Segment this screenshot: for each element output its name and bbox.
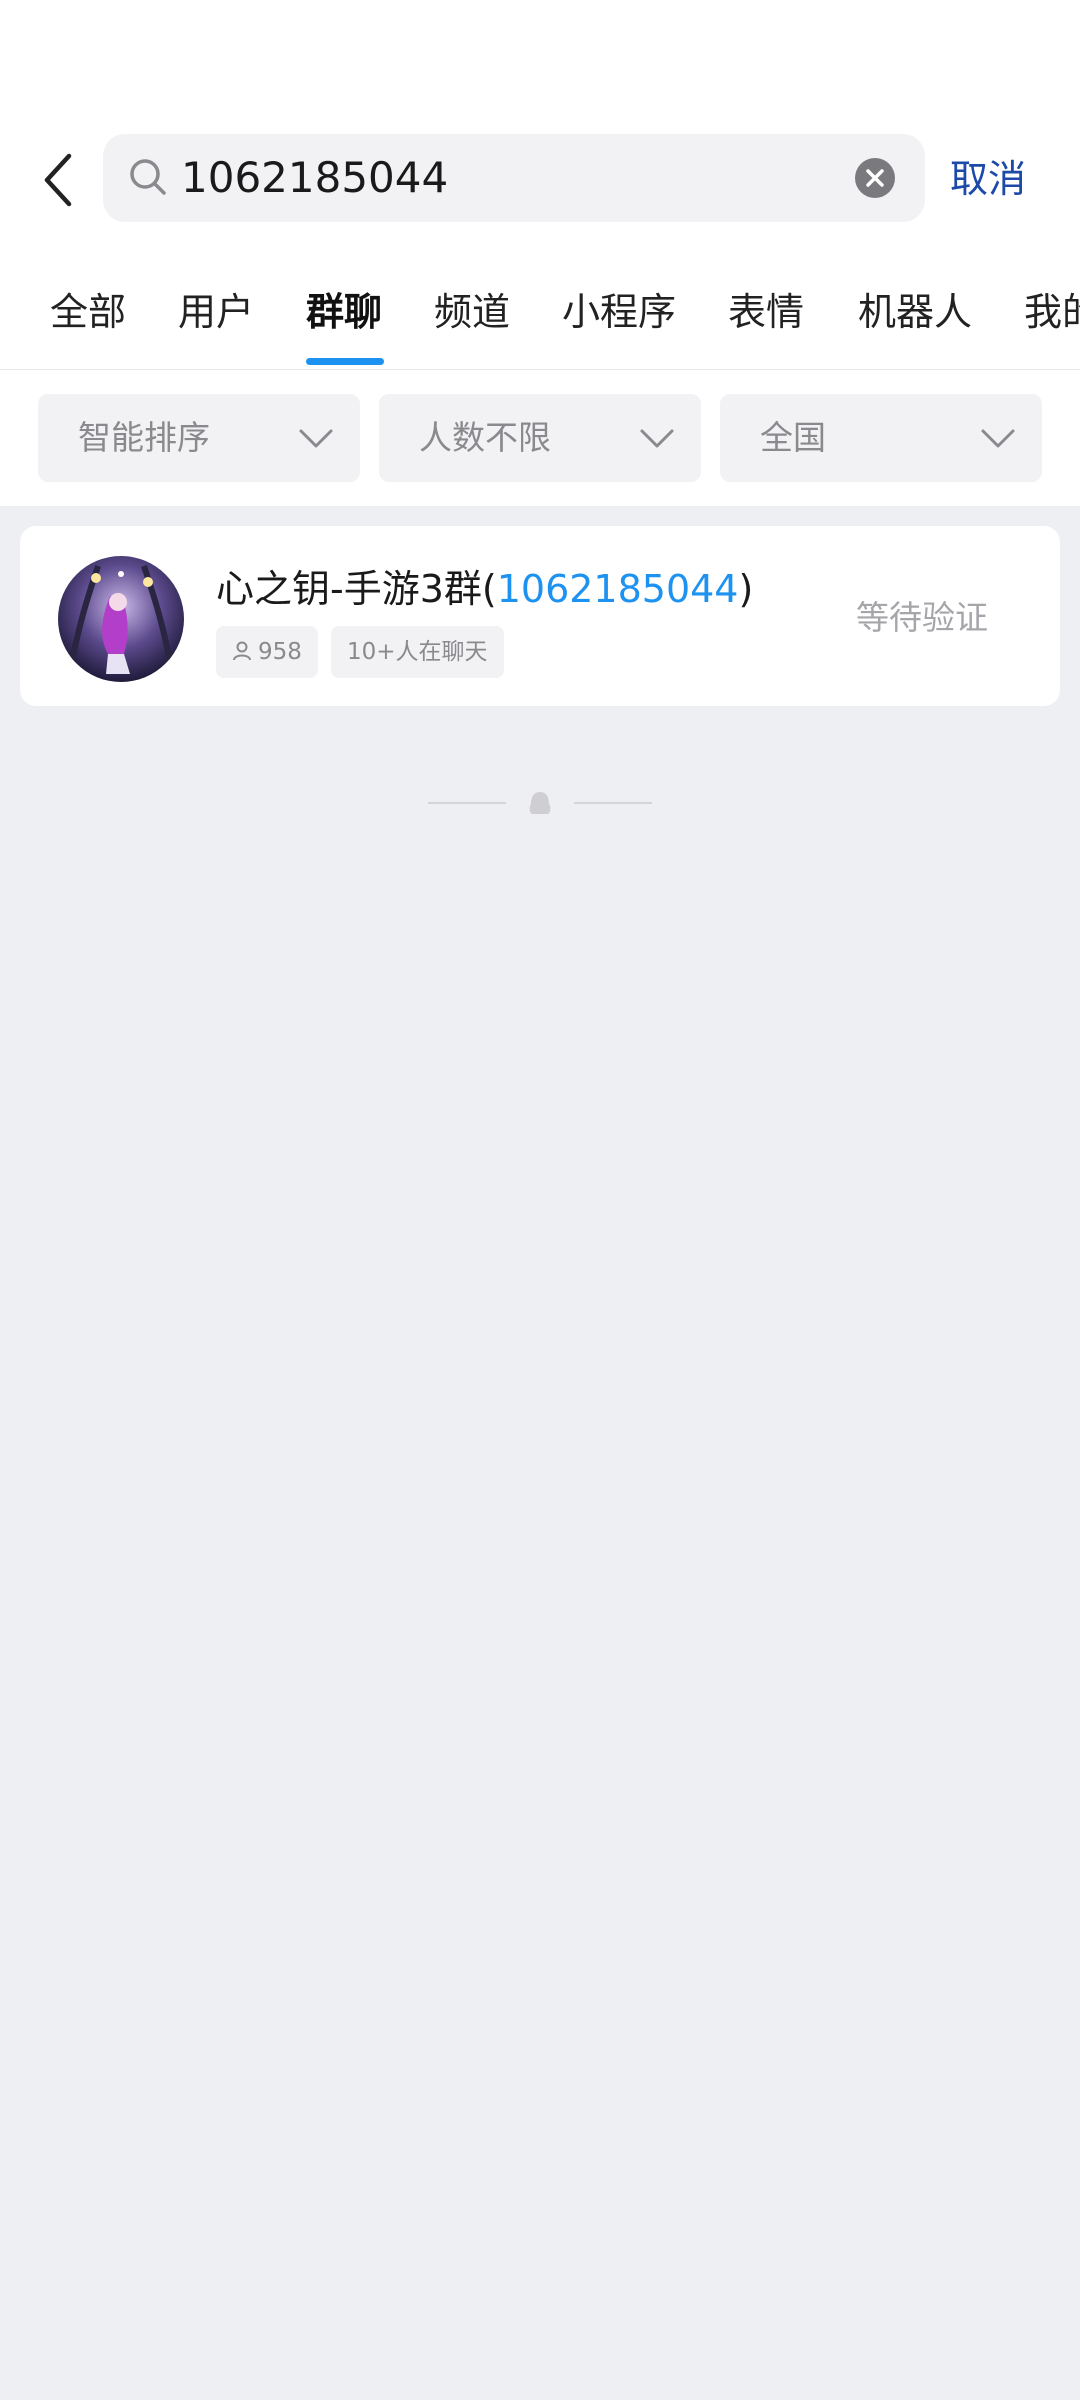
sort-filter-dropdown[interactable]: 智能排序 (38, 394, 360, 482)
region-filter-label: 全国 (760, 418, 826, 457)
group-name-prefix: 心之钥-手游3群( (216, 567, 497, 611)
verification-status: 等待验证 (856, 598, 988, 637)
region-filter-dropdown[interactable]: 全国 (720, 394, 1042, 482)
group-avatar (58, 556, 184, 682)
chevron-down-icon (299, 429, 333, 448)
chevron-left-icon (44, 153, 72, 207)
member-count-badge: 958 (216, 626, 318, 678)
group-number-highlight: 1062185044 (496, 567, 739, 611)
tab-channels[interactable]: 频道 (434, 266, 510, 369)
active-chat-text: 10+人在聊天 (347, 639, 488, 665)
members-filter-label: 人数不限 (419, 418, 551, 457)
tab-robots[interactable]: 机器人 (858, 266, 972, 369)
category-tabs: 全部 用户 群聊 频道 小程序 表情 机器人 我的 (0, 266, 1080, 370)
person-icon (233, 641, 251, 660)
tab-users[interactable]: 用户 (178, 266, 254, 369)
members-filter-dropdown[interactable]: 人数不限 (379, 394, 701, 482)
chevron-down-icon (981, 429, 1015, 448)
chevron-down-icon (640, 429, 674, 448)
tab-stickers[interactable]: 表情 (728, 266, 804, 369)
active-chat-badge: 10+人在聊天 (331, 626, 504, 678)
filter-bar: 智能排序 人数不限 全国 (0, 394, 1080, 482)
group-avatar-image (58, 556, 184, 682)
search-query-text: 1062185044 (181, 153, 449, 202)
header-panel: 1062185044 取消 全部 用户 群聊 频道 小程序 表情 机器人 我的 … (0, 0, 1080, 506)
tab-mini-programs[interactable]: 小程序 (562, 266, 676, 369)
member-count: 958 (258, 639, 302, 665)
end-of-list-marker (428, 792, 652, 814)
cancel-button[interactable]: 取消 (950, 134, 1026, 224)
group-name: 心之钥-手游3群(1062185044) (216, 564, 753, 614)
sort-filter-label: 智能排序 (78, 418, 210, 457)
group-result-card[interactable]: 心之钥-手游3群(1062185044) 958 10+人在聊天 等待验证 (20, 526, 1060, 706)
back-button[interactable] (30, 148, 86, 212)
tab-all[interactable]: 全部 (50, 266, 126, 369)
tab-groups[interactable]: 群聊 (306, 266, 382, 369)
search-bar: 1062185044 取消 (0, 134, 1080, 224)
active-tab-indicator (306, 358, 384, 365)
search-input[interactable]: 1062185044 (103, 134, 925, 222)
tab-mine[interactable]: 我的 (1024, 266, 1080, 369)
clear-icon[interactable] (855, 158, 895, 198)
penguin-icon (529, 792, 551, 814)
search-icon (130, 159, 166, 195)
group-name-suffix: ) (738, 567, 754, 611)
